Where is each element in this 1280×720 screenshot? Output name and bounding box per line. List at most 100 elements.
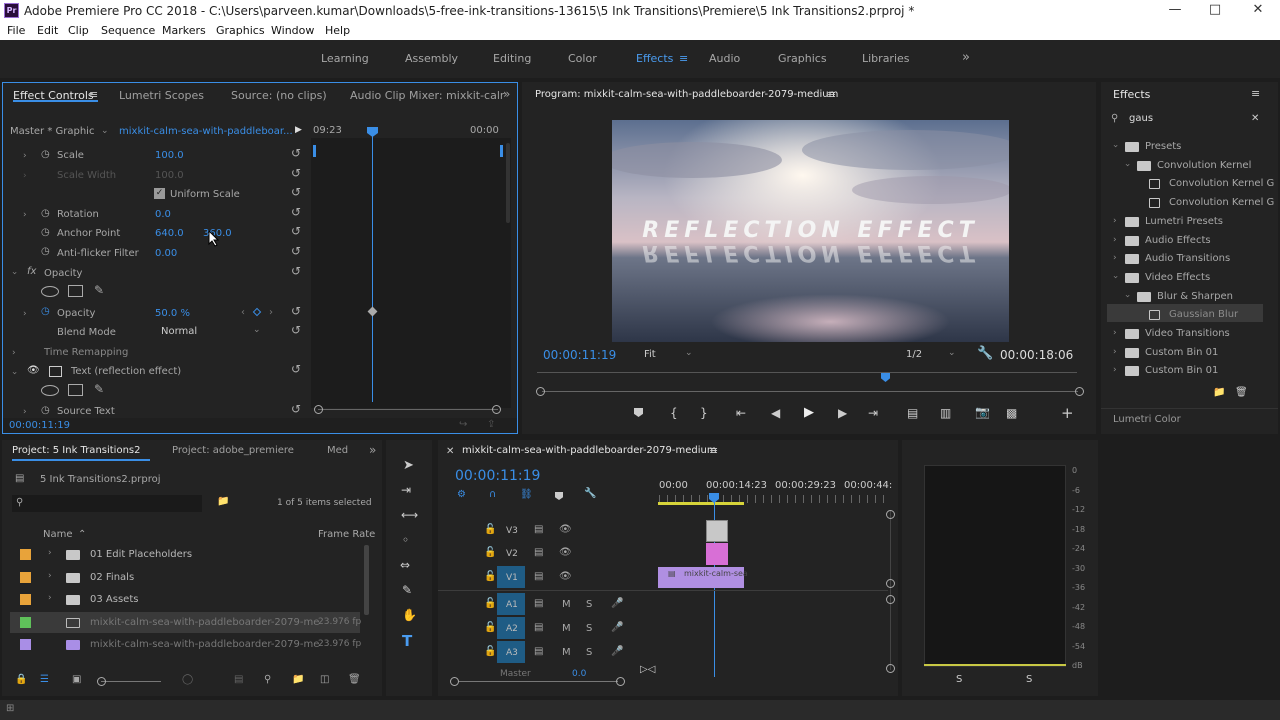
lift-icon[interactable]: ▤ bbox=[907, 406, 918, 420]
sequence-tab[interactable]: mixkit-calm-sea-with-paddleboarder-2079-… bbox=[462, 445, 717, 456]
effects-tree-item[interactable]: › Video Effects bbox=[1101, 270, 1271, 288]
sync-lock-icon[interactable]: ▤ bbox=[534, 598, 543, 609]
effects-tree-item[interactable]: Convolution Kernel G bbox=[1101, 176, 1274, 194]
find-bin-icon[interactable]: 📁 bbox=[217, 496, 229, 507]
graphic-clip-v2[interactable] bbox=[706, 543, 728, 565]
nest-icon[interactable]: ⚙ bbox=[457, 489, 466, 500]
workspace-more-button[interactable]: » bbox=[962, 50, 970, 65]
prev-keyframe-icon[interactable]: ‹ bbox=[241, 307, 245, 318]
expand-chevron-icon[interactable]: › bbox=[23, 210, 27, 220]
scroll-handle[interactable] bbox=[886, 595, 895, 604]
more-tabs-icon[interactable]: » bbox=[369, 443, 376, 457]
zoom-handle-right[interactable] bbox=[1075, 387, 1084, 396]
workspace-libraries[interactable]: Libraries bbox=[862, 52, 910, 65]
project-list-item[interactable]: mixkit-calm-sea-with-paddleboarder-2079-… bbox=[10, 634, 361, 655]
expand-chevron-icon[interactable]: › bbox=[23, 309, 27, 319]
ellipse-mask-icon[interactable] bbox=[41, 385, 59, 396]
uniform-scale-checkbox[interactable]: ✓ bbox=[154, 188, 165, 199]
add-keyframe-icon[interactable] bbox=[252, 307, 262, 317]
collapse-chevron-icon[interactable]: › bbox=[9, 271, 19, 275]
slip-tool-icon[interactable]: ⇔ bbox=[400, 558, 410, 572]
scale-value[interactable]: 100.0 bbox=[155, 150, 184, 161]
type-tool-icon[interactable]: T bbox=[402, 632, 412, 650]
tab-audio-clip-mixer[interactable]: Audio Clip Mixer: mixkit-calr bbox=[350, 89, 504, 102]
hand-tool-icon[interactable]: ✋ bbox=[402, 608, 417, 622]
stopwatch-icon[interactable]: ◷ bbox=[41, 405, 50, 416]
rectangle-mask-icon[interactable] bbox=[68, 384, 83, 396]
sync-lock-icon[interactable]: ▤ bbox=[534, 622, 543, 633]
icon-view-icon[interactable]: ▣ bbox=[72, 674, 81, 685]
transform-box-icon[interactable] bbox=[49, 366, 62, 377]
effects-tree-item[interactable]: › Audio Effects bbox=[1101, 233, 1271, 251]
reset-icon[interactable]: ↺ bbox=[291, 244, 301, 258]
menu-edit[interactable]: Edit bbox=[37, 24, 58, 37]
sort-icons-icon[interactable]: ◯ bbox=[182, 674, 193, 685]
step-back-icon[interactable]: ◀ bbox=[771, 406, 780, 420]
zoom-handle-right[interactable] bbox=[616, 677, 625, 686]
lumetri-color-tab[interactable]: Lumetri Color bbox=[1113, 414, 1181, 425]
vertical-scroll-track[interactable] bbox=[890, 510, 891, 670]
go-to-in-icon[interactable]: ⇤ bbox=[736, 406, 746, 420]
reset-icon[interactable]: ↺ bbox=[291, 185, 301, 199]
tab-lumetri-scopes[interactable]: Lumetri Scopes bbox=[119, 89, 204, 102]
label-color-swatch[interactable] bbox=[20, 549, 31, 560]
selection-tool-icon[interactable]: ➤ bbox=[403, 458, 414, 473]
extract-icon[interactable]: ▥ bbox=[940, 406, 951, 420]
project-list-item[interactable]: › 03 Assets bbox=[10, 589, 360, 610]
project-search-input[interactable] bbox=[12, 495, 202, 512]
effects-title[interactable]: Effects bbox=[1113, 88, 1150, 101]
pen-mask-icon[interactable]: ✎ bbox=[94, 283, 104, 297]
delete-icon[interactable]: 🗑 bbox=[1235, 387, 1248, 398]
label-color-swatch[interactable] bbox=[20, 639, 31, 650]
tab-menu-icon[interactable]: ≡ bbox=[709, 444, 718, 457]
track-v3-label[interactable]: V3 bbox=[506, 526, 518, 536]
reset-icon[interactable]: ↺ bbox=[291, 402, 301, 416]
expand-chevron-icon[interactable]: › bbox=[1113, 328, 1117, 338]
lock-icon[interactable]: 🔓 bbox=[484, 646, 496, 657]
project-list-item[interactable]: mixkit-calm-sea-with-paddleboarder-2079-… bbox=[10, 611, 361, 633]
reset-icon[interactable]: ↺ bbox=[291, 166, 301, 180]
automate-icon[interactable]: ▤ bbox=[234, 674, 243, 685]
comparison-view-icon[interactable]: ▩ bbox=[1006, 406, 1017, 420]
label-color-swatch[interactable] bbox=[20, 571, 31, 583]
ec-scrollbar[interactable] bbox=[506, 143, 510, 223]
tab-menu-icon[interactable]: ≡ bbox=[827, 88, 836, 101]
workspace-learning[interactable]: Learning bbox=[321, 52, 369, 65]
lock-icon[interactable]: 🔓 bbox=[484, 571, 496, 582]
track-select-tool-icon[interactable]: ⇥ bbox=[401, 483, 411, 497]
pen-tool-icon[interactable]: ✎ bbox=[402, 583, 412, 597]
zoom-bar[interactable] bbox=[542, 391, 1078, 392]
eye-icon[interactable]: 👁 bbox=[27, 365, 40, 376]
ripple-edit-tool-icon[interactable]: ⟷ bbox=[401, 508, 418, 522]
menu-clip[interactable]: Clip bbox=[68, 24, 89, 37]
ellipse-mask-icon[interactable] bbox=[41, 286, 59, 297]
minimize-button[interactable]: — bbox=[1160, 2, 1190, 20]
chevron-down-icon[interactable]: ⌄ bbox=[101, 126, 109, 136]
zoom-slider-handle[interactable] bbox=[97, 677, 106, 686]
snap-icon[interactable]: ∩ bbox=[489, 489, 496, 500]
anchor-x-value[interactable]: 640.0 bbox=[155, 228, 184, 239]
solo-left-button[interactable]: S bbox=[956, 674, 962, 685]
tab-project-5-ink[interactable]: Project: 5 Ink Transitions2 bbox=[12, 445, 141, 456]
more-tabs-icon[interactable]: » bbox=[503, 87, 510, 101]
expand-chevron-icon[interactable]: › bbox=[1113, 235, 1117, 245]
lock-icon[interactable]: 🔓 bbox=[484, 622, 496, 633]
reset-icon[interactable]: ↺ bbox=[291, 205, 301, 219]
stopwatch-icon[interactable]: ◷ bbox=[41, 149, 50, 160]
collapse-chevron-icon[interactable]: › bbox=[1110, 144, 1120, 148]
effects-tree-item[interactable]: Gaussian Blur bbox=[1101, 307, 1271, 325]
chevron-down-icon[interactable]: ⌄ bbox=[685, 348, 693, 358]
track-v1-label[interactable]: V1 bbox=[506, 573, 518, 583]
column-name-header[interactable]: Name bbox=[43, 529, 73, 540]
fx-badge-icon[interactable]: fx bbox=[27, 266, 36, 277]
track-a2-label[interactable]: A2 bbox=[506, 624, 518, 634]
menu-sequence[interactable]: Sequence bbox=[101, 24, 155, 37]
timeline-zoom-bar[interactable] bbox=[458, 681, 618, 682]
project-list-item[interactable]: › 02 Finals bbox=[10, 567, 360, 588]
sync-lock-icon[interactable]: ▤ bbox=[534, 547, 543, 558]
play-only-icon[interactable]: ▶ bbox=[295, 125, 302, 135]
effects-tree-item[interactable]: Convolution Kernel G bbox=[1101, 195, 1274, 213]
work-area-bar[interactable] bbox=[658, 502, 744, 505]
label-color-swatch[interactable] bbox=[20, 594, 31, 605]
mic-icon[interactable]: 🎤 bbox=[611, 598, 623, 609]
